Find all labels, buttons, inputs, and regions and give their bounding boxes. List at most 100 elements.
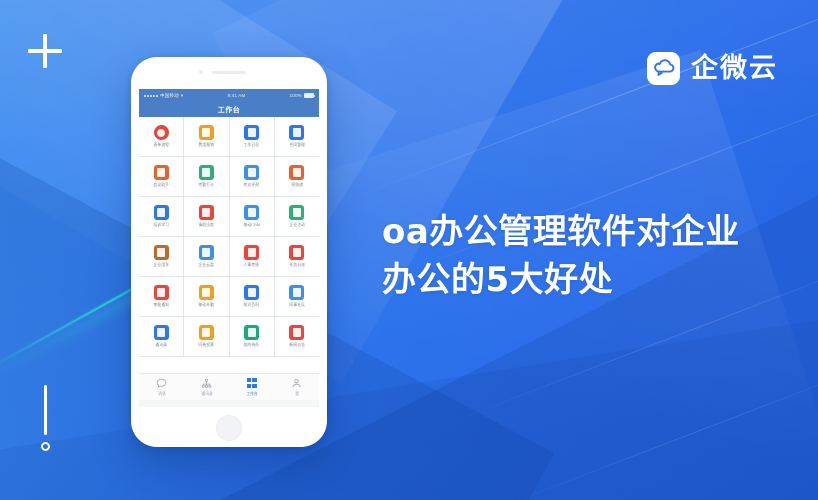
app-tile[interactable]: 知识百科 [229, 277, 274, 316]
app-tile[interactable]: 考勤打卡 [184, 157, 229, 196]
app-label: 移动CRM [243, 222, 260, 227]
app-icon [244, 165, 260, 180]
app-label: 会议助手 [153, 182, 169, 187]
app-tile[interactable]: 移动外勤 [184, 277, 229, 316]
app-tile[interactable]: 新闻公告 [274, 317, 319, 356]
app-tile[interactable]: 会议助手 [139, 157, 184, 196]
app-tile[interactable]: 培训学习 [139, 197, 184, 236]
app-icon-glyph [157, 208, 166, 217]
app-tile[interactable]: 企业活动 [274, 197, 319, 236]
app-icon [198, 285, 214, 300]
carrier-label: 中国移动 [160, 92, 179, 98]
app-tile[interactable]: 请假出差 [184, 197, 229, 236]
app-icon-glyph [202, 208, 211, 217]
app-icon-glyph [292, 328, 301, 337]
app-icon [153, 165, 169, 180]
phone-top-bezel [131, 57, 327, 89]
app-label: 寄快递 [291, 182, 303, 187]
app-icon-glyph [292, 208, 301, 217]
app-label: 表单流程 [153, 142, 169, 147]
app-tile[interactable]: 考试评测 [229, 157, 274, 196]
app-icon-glyph [292, 248, 301, 257]
app-label: 人事考核 [243, 262, 260, 267]
phone-bottom-bezel [131, 407, 327, 447]
app-tile[interactable]: 表单流程 [139, 117, 184, 156]
app-icon [153, 285, 169, 300]
app-tile[interactable]: 问卷投票 [184, 317, 229, 356]
tab-label: 工作台 [245, 390, 258, 396]
app-icon [244, 325, 260, 340]
app-icon-glyph [247, 128, 256, 137]
grid-icon [246, 378, 257, 389]
app-icon-glyph [202, 248, 211, 257]
page-title: oa办公管理软件对企业 办公的5大好处 [382, 208, 740, 305]
app-icon-glyph [247, 328, 256, 337]
app-icon-glyph [247, 248, 256, 257]
app-tile[interactable]: 通讯录 [139, 317, 184, 356]
app-icon [198, 205, 214, 220]
app-icon-glyph [202, 328, 211, 337]
app-icon-glyph [292, 128, 301, 137]
app-icon-glyph [247, 288, 256, 297]
app-label: 同事社区 [289, 302, 305, 307]
app-label: 企业云盘 [198, 262, 215, 267]
vertical-bar-decoration [44, 385, 47, 435]
tab-我[interactable]: 我 [274, 374, 319, 400]
app-icon-glyph [157, 128, 166, 137]
app-grid: 表单流程 费用报销工作日志 合同管理会议助手 考勤打卡 考试评测 寄快递培训学习 请假出差移… [139, 117, 319, 357]
app-icon-glyph [202, 128, 211, 137]
status-bar: 中国移动 ▾ 9:41 AM 100% [139, 89, 319, 102]
app-icon [289, 205, 305, 220]
app-label: 企业用车 [153, 262, 169, 267]
bg-streak-1 [353, 0, 818, 199]
grid-filler [139, 357, 319, 373]
app-tile[interactable]: 移动CRM [229, 197, 274, 236]
status-bar-left: 中国移动 ▾ [144, 93, 183, 99]
tab-label: 通讯录 [200, 390, 213, 396]
app-label: 合同管理 [289, 142, 305, 147]
brand-logo-text: 企微云 [691, 53, 778, 84]
app-tile[interactable]: 我的待办 [229, 317, 274, 356]
app-tile[interactable]: 审批通知 [139, 277, 184, 316]
app-tile[interactable]: 企业用车 [139, 237, 184, 276]
tab-消息[interactable]: 消息 [139, 374, 184, 400]
app-label: 新闻公告 [289, 342, 305, 347]
home-button[interactable] [216, 415, 242, 441]
promo-banner: 企微云 oa办公管理软件对企业 办公的5大好处 中国移动 ▾ 9:41 AM 1… [0, 0, 818, 500]
org-tree-icon [201, 378, 212, 389]
app-tile[interactable]: 工作日志 [229, 117, 274, 156]
bg-facet-bottom-strip [0, 295, 818, 500]
app-tile[interactable]: 企业云盘 [184, 237, 229, 276]
app-tile[interactable]: 同事社区 [274, 277, 319, 316]
app-tile[interactable]: 人事考核 [229, 237, 274, 276]
app-icon [153, 125, 169, 140]
cloud-chat-icon [647, 52, 680, 85]
app-tile[interactable]: 费用报销 [184, 117, 229, 156]
app-icon [153, 245, 169, 260]
small-ring-decoration [41, 442, 50, 451]
signal-dots-icon [144, 94, 158, 97]
app-tile[interactable]: 寄快递 [274, 157, 319, 196]
earpiece-speaker [212, 71, 246, 74]
front-camera-icon [199, 70, 203, 74]
app-icon [289, 285, 305, 300]
person-icon [291, 378, 302, 389]
app-label: 工作日志 [243, 142, 260, 147]
app-label: 知识百科 [243, 302, 260, 307]
app-icon-glyph [157, 328, 166, 337]
app-tile[interactable]: 合同管理 [274, 117, 319, 156]
app-icon [244, 125, 260, 140]
app-icon-glyph [157, 168, 166, 177]
app-label: 考试评测 [243, 182, 260, 187]
tab-工作台[interactable]: 工作台 [229, 374, 274, 400]
app-label: 培训学习 [153, 222, 169, 227]
app-label: 问卷投票 [198, 342, 215, 347]
app-icon [198, 165, 214, 180]
app-icon [289, 165, 305, 180]
app-tile[interactable]: 任务分派 [274, 237, 319, 276]
app-label: 考勤打卡 [198, 182, 215, 187]
app-icon [244, 285, 260, 300]
tab-bar: 消息 通讯录 工作台 我 [139, 373, 319, 400]
tab-label: 消息 [157, 390, 166, 396]
tab-通讯录[interactable]: 通讯录 [184, 374, 229, 400]
